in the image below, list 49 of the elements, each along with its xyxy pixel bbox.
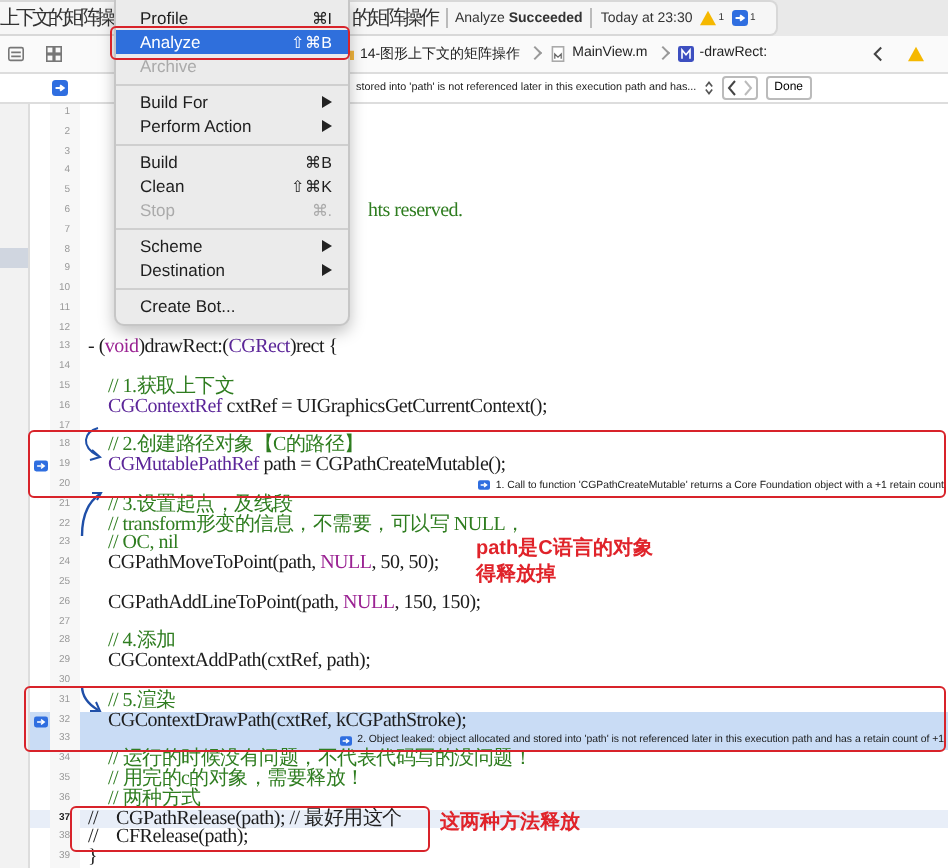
code-line: // 用完的c的对象，需要释放！ [108, 770, 365, 790]
code-line: - (void)drawRect:(CGRect)rect { [88, 338, 338, 359]
issue-navigation[interactable] [722, 75, 759, 100]
menu-item[interactable]: Profile ⌘I [116, 6, 348, 30]
code-line: // CFRelease(path); [88, 828, 249, 849]
code-line: // transform形变的信息，不需要，可以写 NULL， [108, 515, 525, 535]
code-line: CGMutablePathRef path = CGPathCreateMutable(); [108, 456, 506, 477]
menu-item[interactable]: Destination [116, 258, 348, 282]
code-line: // 4.添加 [108, 632, 176, 653]
annotation-note: path是C语言的对象 [476, 536, 653, 562]
analyzer-icon [339, 735, 352, 746]
code-line: // OC, nil [108, 534, 179, 555]
flow-arrow [80, 685, 102, 712]
code-line: CGContextRef cxtRef = UIGraphicsGetCurrentContext(); [108, 397, 548, 418]
code-line: // CGPathRelease(path); // 最好用这个 [88, 809, 402, 829]
flow-arrow [85, 427, 102, 461]
analyzer-icon[interactable] [732, 10, 749, 26]
code-line: CGContextDrawPath(cxtRef, kCGPathStroke); [108, 711, 467, 731]
code-line: CGContextAddPath(cxtRef, path); [108, 652, 371, 673]
method-icon [677, 45, 694, 62]
menu-item[interactable]: Create Bot... [116, 294, 348, 318]
issue-marker-icon[interactable] [33, 715, 47, 728]
annotation-note: 得释放掉 [476, 562, 558, 588]
file-icon [550, 45, 567, 62]
stepper-icon[interactable] [704, 79, 715, 96]
menu-item[interactable]: Build ⌘B [116, 150, 348, 174]
code-line: // 5.渲染 [108, 691, 176, 712]
previous-icon[interactable] [724, 77, 741, 98]
analyzer-icon [477, 480, 490, 491]
code-line: hts reserved. [368, 201, 463, 222]
menu-item[interactable]: Scheme [116, 234, 348, 258]
issue-marker-icon[interactable] [33, 460, 47, 473]
menu-item[interactable]: Analyze ⇧⌘B [116, 30, 348, 54]
menu-item[interactable]: Perform Action [116, 114, 348, 138]
menu-item[interactable]: Clean ⇧⌘K [116, 174, 348, 198]
grid-icon[interactable] [46, 45, 62, 62]
activity-title: 的矩阵操作 [352, 5, 437, 32]
list-icon[interactable] [8, 45, 24, 62]
code-line: // 2.创建路径对象【C的路径】 [108, 436, 364, 457]
back-icon[interactable] [870, 45, 886, 62]
flow-arrow [80, 492, 103, 537]
annotation-note: 这两种方法释放 [440, 810, 580, 836]
analyzer-icon [52, 79, 68, 96]
code-line: CGPathAddLineToPoint(path, NULL, 150, 150); [108, 593, 481, 614]
activity-title: 上下文的矩阵操 [0, 5, 112, 32]
code-line: // 1.获取上下文 [108, 378, 235, 398]
menu-item[interactable]: Build For [116, 90, 348, 114]
code-line: // 两种方式 [108, 789, 201, 810]
code-line: CGPathMoveToPoint(path, NULL, 50, 50); [108, 554, 439, 575]
